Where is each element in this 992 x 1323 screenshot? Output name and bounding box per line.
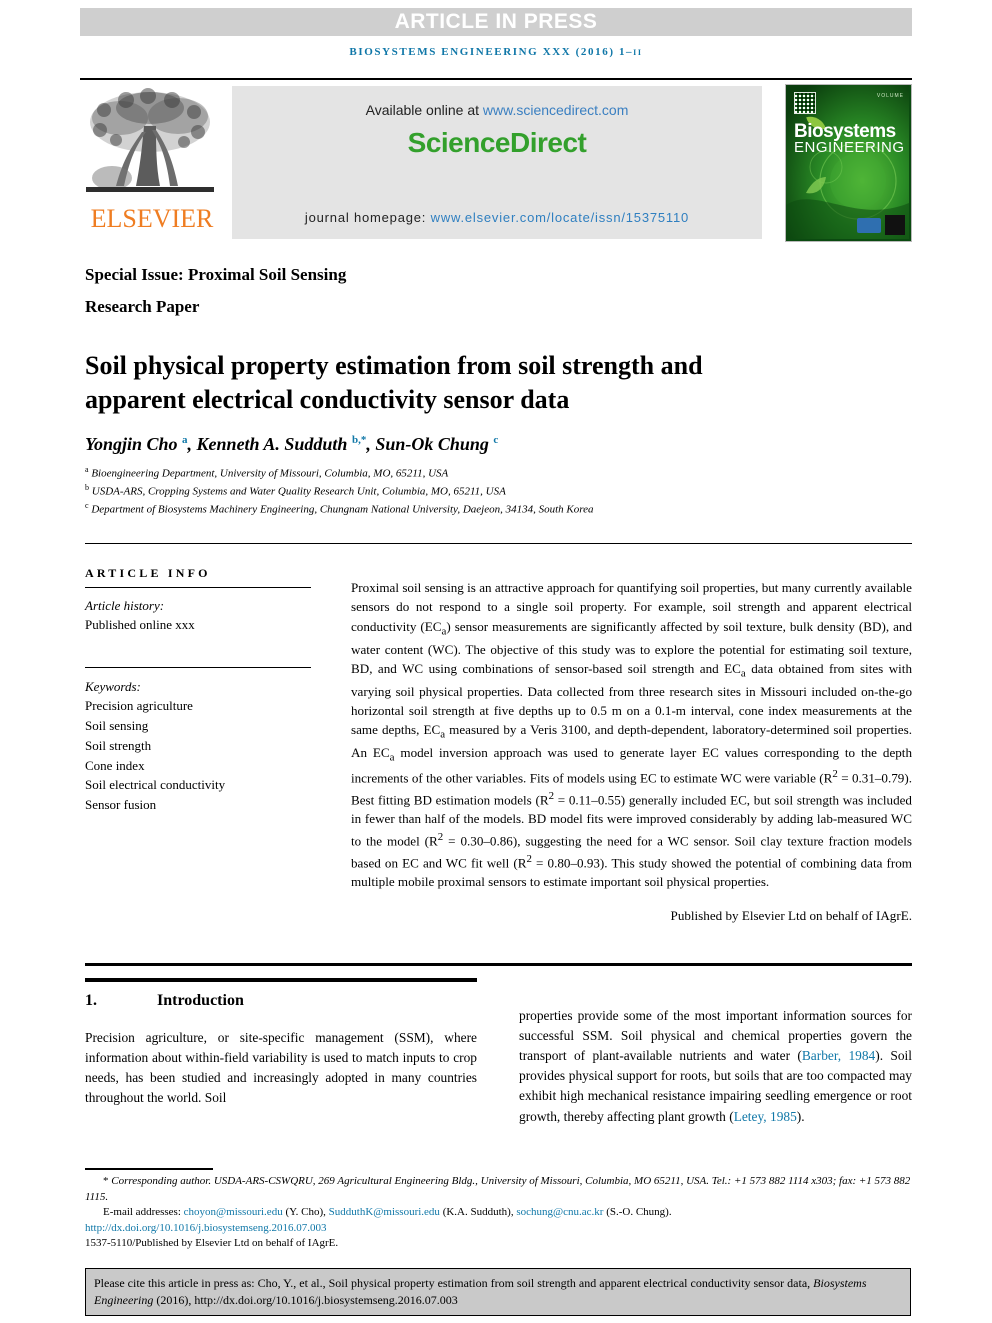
- email-owner-chung: (S.-O. Chung): [606, 1206, 669, 1219]
- affiliation-b: b USDA-ARS, Cropping Systems and Water Q…: [85, 483, 506, 498]
- issn-publisher-line: 1537-5110/Published by Elsevier Ltd on b…: [85, 1237, 339, 1250]
- keyword-item: Soil strength: [85, 737, 152, 753]
- email-label: E-mail addresses:: [103, 1206, 181, 1219]
- intro-paragraph-right: properties provide some of the most impo…: [519, 1006, 912, 1127]
- affiliation-c: c Department of Biosystems Machinery Eng…: [85, 501, 594, 516]
- journal-homepage-prefix: journal homepage:: [304, 210, 431, 225]
- article-history-value: Published online xxx: [85, 616, 195, 632]
- article-info-column: ARTICLE INFO Article history: Published …: [85, 566, 325, 815]
- email-link-sudduth[interactable]: SudduthK@missouri.edu: [329, 1206, 440, 1218]
- keyword-item: Soil electrical conductivity: [85, 777, 226, 793]
- body-column-left: 1. Introduction Precision agriculture, or…: [85, 978, 477, 1108]
- journal-homepage-text: journal homepage: www.elsevier.com/locat…: [232, 210, 762, 225]
- article-info-heading: ARTICLE INFO: [85, 566, 211, 580]
- cover-badge-society: [885, 215, 905, 235]
- intro-right-part-3: ).: [796, 1108, 805, 1124]
- author-list: Yongjin Cho a, Kenneth A. Sudduth b,*, S…: [85, 434, 499, 454]
- masthead: ELSEVIER Available online at www.science…: [80, 84, 912, 242]
- section-title: Introduction: [157, 992, 244, 1009]
- article-info-divider-1: [85, 587, 311, 588]
- email-link-cho[interactable]: choyon@missouri.edu: [184, 1206, 283, 1218]
- citation-letey-1985[interactable]: Letey, 1985: [734, 1109, 797, 1124]
- cite-text-before: Please cite this article in press as: Ch…: [94, 1276, 814, 1290]
- article-info-spacer: [85, 635, 325, 667]
- intro-paragraph-left: Precision agriculture, or site-specific …: [85, 1030, 477, 1106]
- section-rule: [85, 978, 477, 982]
- abstract-top-rule: [85, 543, 912, 544]
- keywords-label: Keywords:: [85, 678, 141, 694]
- abstract-bottom-rule: [85, 963, 912, 966]
- body-column-right: properties provide some of the most impo…: [519, 1006, 912, 1127]
- available-online-text: Available online at www.sciencedirect.co…: [232, 102, 762, 118]
- page-title: Soil physical property estimation from s…: [85, 351, 703, 414]
- sciencedirect-wordmark: ScienceDirect: [407, 127, 587, 158]
- available-online-prefix: Available online at: [365, 102, 483, 118]
- masthead-top-rule: [80, 78, 912, 80]
- email-owner-sudduth: (K.A. Sudduth): [442, 1206, 511, 1219]
- cover-badge-publisher: [857, 218, 881, 233]
- section-number: 1.: [85, 992, 97, 1009]
- paper-page: ARTICLE IN PRESS BIOSYSTEMS ENGINEERING …: [0, 0, 992, 1323]
- email-addresses-note: E-mail addresses: choyon@missouri.edu (Y…: [85, 1205, 913, 1221]
- section-heading-introduction: 1. Introduction: [85, 992, 477, 1010]
- keyword-item: Sensor fusion: [85, 797, 157, 813]
- journal-reference-line: BIOSYSTEMS ENGINEERING XXX (2016) 1–ıı: [349, 46, 643, 58]
- cite-this-article-box: Please cite this article in press as: Ch…: [85, 1268, 911, 1316]
- sciencedirect-block: Available online at www.sciencedirect.co…: [232, 86, 762, 239]
- abstract-text: Proximal soil sensing is an attractive a…: [351, 580, 912, 890]
- email-end-period: .: [668, 1206, 672, 1219]
- keyword-item: Precision agriculture: [85, 698, 193, 714]
- cover-volume-label: VOLUME: [876, 93, 904, 99]
- article-in-press-banner: ARTICLE IN PRESS: [80, 8, 912, 36]
- article-history-block: Article history: Published online xxx: [85, 597, 325, 635]
- paper-type-label: Research Paper: [85, 297, 200, 316]
- affiliation-a: a Bioengineering Department, University …: [85, 465, 449, 480]
- journal-cover-image: VOLUME Biosystems ENGINEERING: [785, 84, 912, 242]
- footnote-rule: [85, 1168, 213, 1170]
- cover-journal-title: Biosystems ENGINEERING: [794, 122, 905, 157]
- article-info-divider-2: [85, 666, 311, 668]
- keywords-block: Keywords: Precision agriculture Soil sen…: [85, 677, 325, 815]
- corresponding-marker: *: [103, 1175, 109, 1187]
- abstract-section: Proximal soil sensing is an attractive a…: [351, 578, 912, 925]
- elsevier-tree-icon: [86, 86, 214, 202]
- sciencedirect-url-link[interactable]: www.sciencedirect.com: [483, 102, 629, 118]
- article-history-label: Article history:: [85, 598, 165, 613]
- footnotes-block: * Corresponding author. USDA-ARS-CSWQRU,…: [85, 1174, 913, 1252]
- keyword-item: Cone index: [85, 757, 145, 773]
- article-in-press-label: ARTICLE IN PRESS: [394, 10, 598, 33]
- corresponding-author-text: Corresponding author. USDA-ARS-CSWQRU, 2…: [85, 1175, 911, 1203]
- doi-link[interactable]: http://dx.doi.org/10.1016/j.biosystemsen…: [85, 1221, 913, 1237]
- elsevier-logo: ELSEVIER: [80, 84, 228, 240]
- corresponding-author-note: * Corresponding author. USDA-ARS-CSWQRU,…: [85, 1174, 913, 1205]
- journal-homepage-link[interactable]: www.elsevier.com/locate/issn/15375110: [431, 210, 689, 225]
- cite-text-after: (2016), http://dx.doi.org/10.1016/j.bios…: [153, 1293, 458, 1308]
- email-link-chung[interactable]: sochung@cnu.ac.kr: [516, 1206, 603, 1218]
- keyword-item: Soil sensing: [85, 718, 149, 734]
- cover-qr-icon: [794, 92, 816, 114]
- cover-title-line2: ENGINEERING: [794, 139, 905, 157]
- email-owner-cho: (Y. Cho): [285, 1206, 324, 1219]
- citation-barber-1984[interactable]: Barber, 1984: [802, 1048, 875, 1063]
- special-issue-label: Special Issue: Proximal Soil Sensing: [85, 265, 347, 284]
- abstract-published-by: Published by Elsevier Ltd on behalf of I…: [670, 907, 912, 923]
- elsevier-wordmark: ELSEVIER: [90, 204, 214, 233]
